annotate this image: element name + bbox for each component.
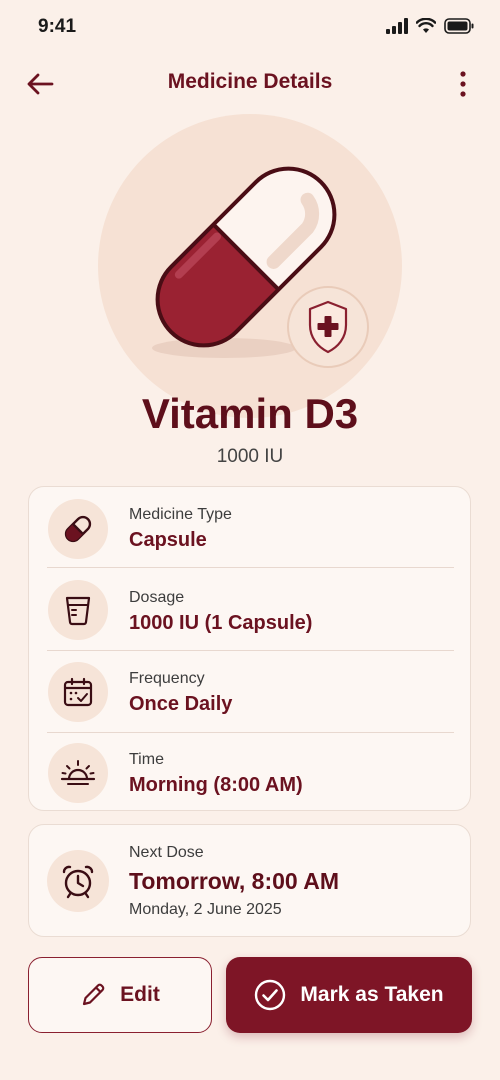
edit-button[interactable]: Edit bbox=[28, 957, 212, 1033]
pill-illustration bbox=[152, 166, 369, 368]
alarm-clock-icon bbox=[62, 865, 94, 899]
battery-icon bbox=[444, 18, 474, 34]
more-vertical-icon bbox=[460, 71, 466, 97]
medicine-details-card: Medicine Type Capsule Dosage 1000 IU (1 … bbox=[28, 486, 471, 811]
detail-value: Morning (8:00 AM) bbox=[129, 774, 303, 796]
page-title: Medicine Details bbox=[167, 70, 333, 93]
signal-icon bbox=[386, 18, 408, 34]
capsule-icon bbox=[64, 515, 92, 543]
next-dose-label: Next Dose bbox=[129, 844, 204, 861]
mark-as-taken-button[interactable]: Mark as Taken bbox=[226, 957, 472, 1033]
more-options-button[interactable] bbox=[448, 68, 478, 100]
medicine-name: Vitamin D3 bbox=[141, 390, 359, 437]
detail-label: Medicine Type bbox=[129, 506, 232, 523]
next-dose-icon-circle bbox=[47, 850, 109, 912]
medicine-strength: 1000 IU bbox=[216, 446, 284, 467]
detail-row-time: Time Morning (8:00 AM) bbox=[29, 733, 472, 814]
next-dose-card: Next Dose Tomorrow, 8:00 AM Monday, 2 Ju… bbox=[28, 824, 471, 937]
calendar-icon bbox=[63, 677, 93, 707]
dosage-icon-circle bbox=[48, 580, 108, 640]
status-bar: 9:41 bbox=[0, 0, 500, 56]
next-dose-value: Tomorrow, 8:00 AM bbox=[129, 868, 339, 894]
check-circle-icon bbox=[255, 979, 286, 1011]
cup-icon bbox=[65, 596, 91, 626]
status-time: 9:41 bbox=[38, 16, 77, 37]
time-icon-circle bbox=[48, 743, 108, 803]
detail-value: 1000 IU (1 Capsule) bbox=[129, 612, 313, 634]
detail-row-frequency: Frequency Once Daily bbox=[29, 652, 472, 733]
pencil-icon bbox=[83, 983, 105, 1006]
detail-row-medicine-type: Medicine Type Capsule bbox=[29, 487, 472, 568]
detail-row-dosage: Dosage 1000 IU (1 Capsule) bbox=[29, 570, 472, 651]
wifi-icon bbox=[416, 18, 436, 33]
edit-button-label: Edit bbox=[120, 983, 160, 1006]
detail-label: Time bbox=[129, 751, 164, 768]
detail-value: Once Daily bbox=[129, 693, 233, 715]
divider bbox=[47, 567, 454, 568]
medicine-hero bbox=[0, 110, 500, 418]
detail-label: Dosage bbox=[129, 589, 185, 606]
app-header: Medicine Details bbox=[0, 56, 500, 112]
medicine-type-icon-circle bbox=[48, 499, 108, 559]
frequency-icon-circle bbox=[48, 662, 108, 722]
status-icons bbox=[386, 18, 474, 34]
divider bbox=[47, 650, 454, 651]
next-dose-date: Monday, 2 June 2025 bbox=[129, 901, 282, 918]
detail-label: Frequency bbox=[129, 670, 205, 687]
sunrise-icon bbox=[60, 760, 96, 785]
detail-value: Capsule bbox=[129, 529, 207, 551]
mark-as-taken-label: Mark as Taken bbox=[300, 983, 444, 1006]
